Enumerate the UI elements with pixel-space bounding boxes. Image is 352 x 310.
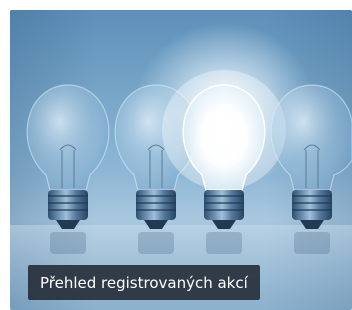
lightbulb-1 [26, 84, 110, 229]
tile-caption[interactable]: Přehled registrovaných akcí [28, 265, 260, 300]
registered-events-tile[interactable]: Přehled registrovaných akcí [10, 10, 352, 310]
lightbulb-lit [162, 70, 286, 229]
lightbulb-4 [270, 84, 352, 229]
